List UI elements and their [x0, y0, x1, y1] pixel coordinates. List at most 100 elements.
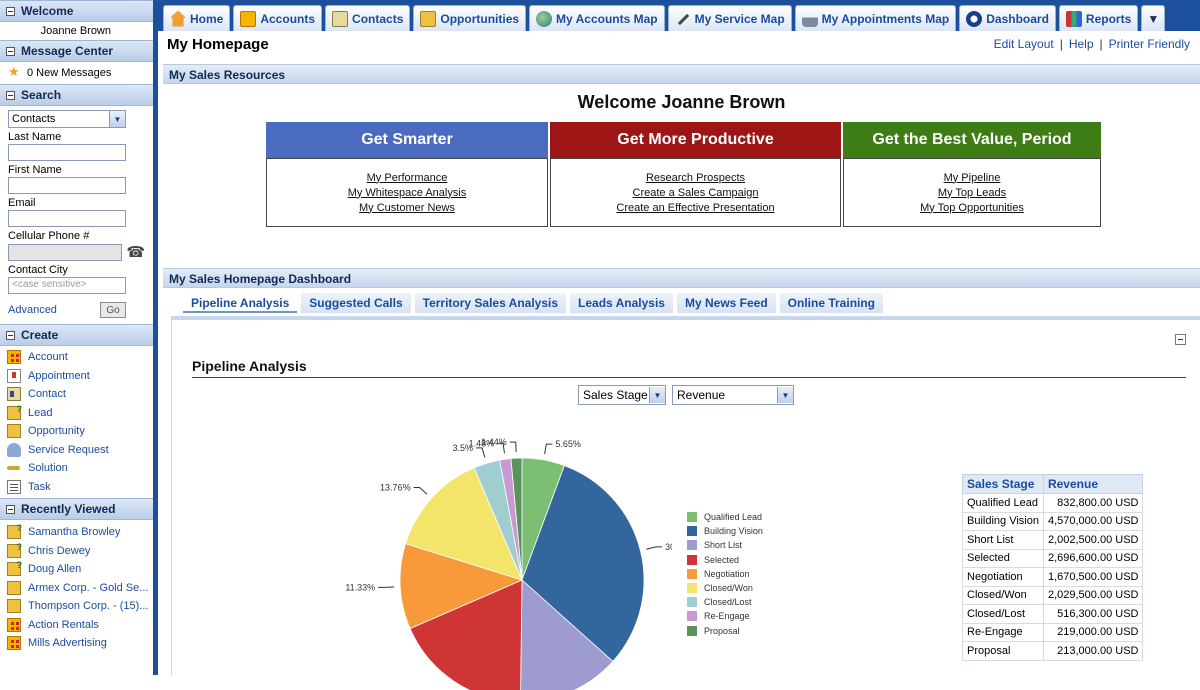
- chevron-down-icon[interactable]: ▼: [649, 387, 665, 403]
- my-top-leads-link[interactable]: My Top Leads: [938, 186, 1006, 200]
- recent-item[interactable]: Doug Allen: [0, 560, 153, 579]
- tab-online-training[interactable]: Online Training: [779, 293, 884, 313]
- tab-pipeline-analysis[interactable]: Pipeline Analysis: [183, 293, 298, 313]
- recent-item[interactable]: Armex Corp. - Gold Se...: [0, 579, 153, 598]
- create-item-label[interactable]: Account: [28, 351, 68, 363]
- recent-item-label[interactable]: Mills Advertising: [28, 637, 107, 649]
- recent-item-label[interactable]: Action Rentals: [28, 619, 99, 631]
- printer-friendly-link[interactable]: Printer Friendly: [1109, 37, 1190, 51]
- create-item-label[interactable]: Service Request: [28, 444, 109, 456]
- create-contact-link[interactable]: Contact: [0, 385, 153, 404]
- create-account-link[interactable]: Account: [0, 348, 153, 367]
- page-links: Edit Layout | Help | Printer Friendly: [994, 37, 1190, 51]
- tab-suggested-calls[interactable]: Suggested Calls: [301, 293, 411, 313]
- advanced-search-link[interactable]: Advanced: [8, 304, 57, 316]
- tab-my-service-map[interactable]: My Service Map: [667, 5, 792, 31]
- column-header[interactable]: Revenue: [1042, 474, 1144, 494]
- create-sales-campaign-link[interactable]: Create a Sales Campaign: [633, 186, 759, 200]
- column-header[interactable]: Sales Stage: [962, 474, 1044, 494]
- create-service-request-link[interactable]: Service Request: [0, 441, 153, 460]
- stage-cell: Building Vision: [962, 511, 1044, 531]
- create-lead-link[interactable]: Lead: [0, 404, 153, 423]
- table-row: Qualified Lead 832,800.00 USD: [962, 493, 1144, 513]
- collapse-icon[interactable]: [6, 6, 15, 16]
- more-tabs-button[interactable]: ▼: [1141, 5, 1166, 31]
- recent-item-label[interactable]: Armex Corp. - Gold Se...: [28, 582, 148, 594]
- tab-my-accounts-map[interactable]: My Accounts Map: [529, 5, 665, 31]
- search-section-header[interactable]: Search: [0, 84, 153, 106]
- slice-leader-line: [476, 447, 486, 458]
- collapse-icon[interactable]: [6, 46, 15, 56]
- revenue-cell: 213,000.00 USD: [1042, 641, 1144, 661]
- my-pipeline-link[interactable]: My Pipeline: [944, 171, 1001, 185]
- edit-layout-link[interactable]: Edit Layout: [994, 37, 1054, 51]
- my-top-opportunities-link[interactable]: My Top Opportunities: [920, 201, 1024, 215]
- revenue-cell: 2,029,500.00 USD: [1042, 585, 1144, 605]
- go-button[interactable]: Go: [100, 302, 126, 318]
- tab-my-news-feed[interactable]: My News Feed: [676, 293, 776, 313]
- collapse-icon[interactable]: [6, 330, 15, 340]
- appointment-icon: [7, 368, 21, 383]
- create-opportunity-link[interactable]: Opportunity: [0, 422, 153, 441]
- create-item-label[interactable]: Solution: [28, 462, 68, 474]
- create-item-label[interactable]: Appointment: [28, 370, 90, 382]
- account-icon: [7, 350, 21, 365]
- recent-item[interactable]: Mills Advertising: [0, 634, 153, 653]
- recent-item-label[interactable]: Thompson Corp. - (15)...: [28, 600, 148, 612]
- research-prospects-link[interactable]: Research Prospects: [646, 171, 745, 185]
- create-presentation-link[interactable]: Create an Effective Presentation: [616, 201, 774, 215]
- create-item-label[interactable]: Task: [28, 481, 51, 493]
- recent-item[interactable]: Chris Dewey: [0, 542, 153, 561]
- create-item-label[interactable]: Opportunity: [28, 425, 85, 437]
- tab-accounts[interactable]: Accounts: [233, 5, 323, 31]
- cell-phone-input[interactable]: [8, 243, 123, 261]
- my-whitespace-analysis-link[interactable]: My Whitespace Analysis: [348, 186, 467, 200]
- create-section-header[interactable]: Create: [0, 324, 153, 346]
- messages-row[interactable]: 0 New Messages: [0, 62, 153, 84]
- my-customer-news-link[interactable]: My Customer News: [359, 201, 455, 215]
- phone-icon[interactable]: ☎: [126, 243, 145, 261]
- my-performance-link[interactable]: My Performance: [367, 171, 448, 185]
- recent-item[interactable]: Samantha Browley: [0, 523, 153, 542]
- chevron-down-icon[interactable]: ▼: [109, 111, 125, 127]
- sales-stage-select[interactable]: Sales Stage ▼: [578, 385, 666, 405]
- stage-cell: Re-Engage: [962, 622, 1044, 642]
- contact-city-input[interactable]: <case sensitive>: [8, 277, 126, 294]
- recent-item[interactable]: Thompson Corp. - (15)...: [0, 597, 153, 616]
- account-icon: [7, 636, 21, 651]
- tab-contacts[interactable]: Contacts: [325, 5, 411, 31]
- message-center-header[interactable]: Message Center: [0, 40, 153, 62]
- tab-dashboard[interactable]: Dashboard: [959, 5, 1056, 31]
- recent-item[interactable]: Action Rentals: [0, 616, 153, 635]
- tab-reports[interactable]: Reports: [1058, 5, 1139, 31]
- help-link[interactable]: Help: [1069, 37, 1094, 51]
- tab-my-appointments-map[interactable]: My Appointments Map: [794, 5, 957, 31]
- first-name-input[interactable]: [8, 177, 126, 194]
- recent-item-label[interactable]: Chris Dewey: [28, 545, 90, 557]
- last-name-input[interactable]: [8, 144, 126, 161]
- revenue-cell: 2,696,600.00 USD: [1042, 548, 1144, 568]
- metric-select[interactable]: Revenue ▼: [672, 385, 794, 405]
- recent-item-label[interactable]: Doug Allen: [28, 563, 81, 575]
- create-item-label[interactable]: Contact: [28, 388, 66, 400]
- tab-opportunities[interactable]: Opportunities: [413, 5, 527, 31]
- email-input[interactable]: [8, 210, 126, 227]
- recent-item-label[interactable]: Samantha Browley: [28, 526, 120, 538]
- collapse-icon[interactable]: [6, 504, 15, 514]
- search-type-select[interactable]: Contacts ▼: [8, 110, 126, 128]
- chevron-down-icon[interactable]: ▼: [777, 387, 793, 403]
- create-item-label[interactable]: Lead: [28, 407, 52, 419]
- legend-label: Proposal: [704, 625, 740, 636]
- resource-links: My Pipeline My Top Leads My Top Opportun…: [843, 158, 1101, 227]
- welcome-section-header[interactable]: Welcome: [0, 0, 153, 22]
- tab-territory-sales-analysis[interactable]: Territory Sales Analysis: [414, 293, 567, 313]
- create-appointment-link[interactable]: Appointment: [0, 367, 153, 386]
- create-solution-link[interactable]: Solution: [0, 459, 153, 478]
- tab-leads-analysis[interactable]: Leads Analysis: [570, 293, 673, 313]
- collapse-icon[interactable]: [1175, 334, 1186, 345]
- tab-home[interactable]: Home: [163, 5, 231, 31]
- new-messages-count[interactable]: 0 New Messages: [27, 67, 111, 79]
- collapse-icon[interactable]: [6, 90, 15, 100]
- recently-viewed-header[interactable]: Recently Viewed: [0, 498, 153, 520]
- create-task-link[interactable]: Task: [0, 478, 153, 497]
